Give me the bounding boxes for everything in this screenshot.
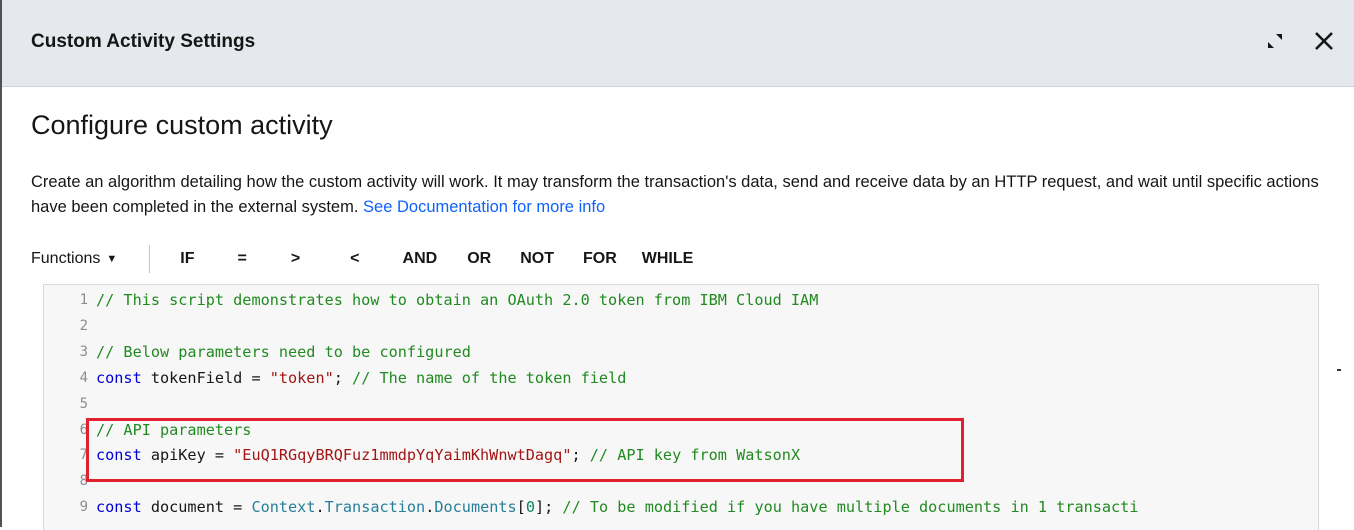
- code-line[interactable]: const tokenField = "token"; // The name …: [96, 369, 626, 387]
- toolbar-button-and[interactable]: AND: [403, 250, 438, 268]
- dialog-header: Custom Activity Settings: [2, 0, 1354, 87]
- line-number: 5: [79, 395, 88, 412]
- code-token-builtin: Transaction: [324, 498, 426, 517]
- line-number: 3: [79, 343, 88, 360]
- code-token-ident: ;: [333, 368, 353, 387]
- line-number: 7: [79, 447, 88, 464]
- scrollbar-marker: [1337, 369, 1341, 371]
- code-token-ident: .: [425, 498, 435, 517]
- code-token-ident: apiKey =: [141, 446, 234, 465]
- code-line[interactable]: const apiKey = "EuQ1RGqyBRQFuz1mmdpYqYai…: [96, 446, 800, 464]
- code-token-builtin: Documents: [434, 498, 517, 517]
- documentation-link[interactable]: See Documentation for more info: [363, 198, 605, 216]
- code-editor[interactable]: 1 // This script demonstrates how to obta…: [43, 284, 1319, 530]
- dialog-title: Custom Activity Settings: [31, 31, 256, 52]
- code-line[interactable]: // This script demonstrates how to obtai…: [96, 291, 818, 309]
- code-token-comment: // The name of the token field: [352, 368, 627, 387]
- code-token-keyword: const: [96, 368, 142, 387]
- functions-dropdown[interactable]: Functions ▼: [31, 250, 117, 268]
- toolbar-divider: [149, 245, 151, 273]
- code-token-keyword: const: [96, 498, 142, 517]
- code-token-string: "EuQ1RGqyBRQFuz1mmdpYqYaimKhWnwtDagq": [233, 446, 572, 465]
- code-token-ident: document =: [141, 498, 252, 517]
- code-token-ident: ;: [571, 446, 590, 465]
- line-number: 2: [79, 317, 88, 334]
- line-number: 8: [79, 473, 88, 490]
- line-number: 6: [79, 421, 88, 438]
- functions-label: Functions: [31, 250, 101, 267]
- code-line[interactable]: const document = Context.Transaction.Doc…: [96, 498, 1138, 516]
- caret-down-icon: ▼: [106, 253, 118, 265]
- code-token-ident: ];: [534, 498, 563, 517]
- expand-icon[interactable]: [1265, 31, 1285, 51]
- code-token-number: 0: [525, 498, 535, 517]
- code-token-builtin: Context: [251, 498, 316, 517]
- line-number: 1: [79, 292, 88, 308]
- code-token-comment: // Below parameters need to be configure…: [96, 342, 471, 361]
- toolbar-button-for[interactable]: FOR: [583, 250, 617, 268]
- code-token-string: "token": [269, 368, 334, 387]
- toolbar-button-less[interactable]: <: [350, 250, 359, 268]
- code-line[interactable]: // API parameters: [96, 421, 251, 439]
- code-token-comment: // API parameters: [96, 420, 252, 439]
- toolbar-button-while[interactable]: WHILE: [642, 250, 694, 268]
- code-token-comment: // API key from WatsonX: [589, 446, 801, 465]
- toolbar-button-not[interactable]: NOT: [520, 250, 554, 268]
- code-token-ident: .: [315, 498, 325, 517]
- toolbar-button-if[interactable]: IF: [180, 250, 194, 268]
- line-number: 4: [79, 369, 88, 386]
- description-text: Create an algorithm detailing how the cu…: [31, 173, 1319, 216]
- line-number: 9: [79, 499, 88, 516]
- code-token-ident: [: [516, 498, 526, 517]
- section-title: Configure custom activity: [31, 110, 333, 140]
- code-token-keyword: const: [96, 446, 142, 465]
- code-token-ident: tokenField =: [141, 368, 270, 387]
- toolbar-button-or[interactable]: OR: [467, 250, 491, 268]
- code-line[interactable]: // Below parameters need to be configure…: [96, 343, 471, 361]
- close-icon[interactable]: [1312, 29, 1336, 53]
- toolbar-button-greater[interactable]: >: [291, 250, 300, 268]
- code-token-comment: // This script demonstrates how to obtai…: [96, 291, 819, 309]
- expression-toolbar: Functions ▼ IF = > < AND OR NOT FOR WHIL…: [31, 245, 931, 273]
- code-token-comment: // To be modified if you have multiple d…: [562, 498, 1139, 517]
- section-description: Create an algorithm detailing how the cu…: [31, 170, 1336, 220]
- toolbar-button-equals[interactable]: =: [237, 250, 246, 268]
